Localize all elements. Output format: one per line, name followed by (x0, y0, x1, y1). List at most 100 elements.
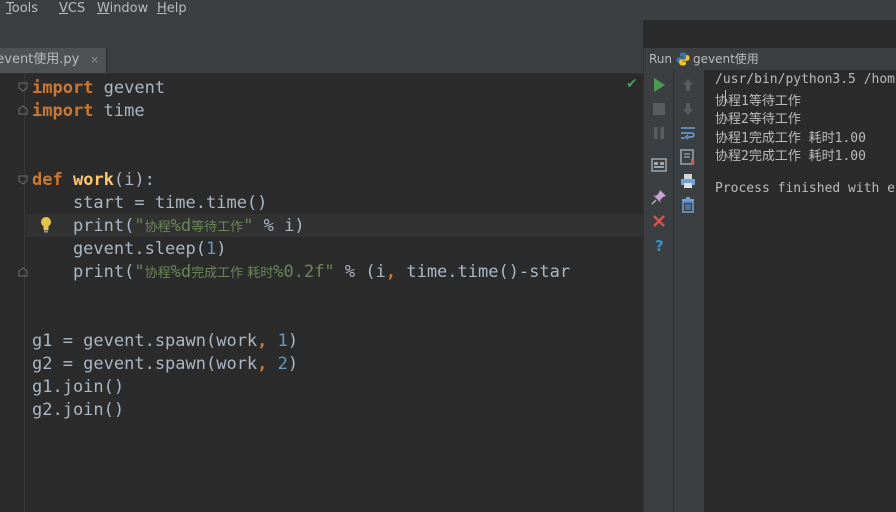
console-line: 协程2等待工作 (715, 112, 801, 128)
code-token: time.time()-star (396, 262, 571, 282)
code-token: % i) (253, 216, 305, 236)
code-line: g1.join() (32, 376, 124, 399)
console-line: 协程1等待工作 (715, 94, 801, 110)
menu-vcs-mnemonic: V (59, 1, 68, 16)
trash-icon[interactable] (679, 196, 697, 214)
editor-tab-bar: gevent使用.py × (0, 48, 643, 74)
code-line: import gevent (32, 77, 165, 100)
code-line: gevent.sleep(1) (32, 238, 227, 261)
code-token: , (385, 262, 397, 282)
arrow-up-icon[interactable] (679, 76, 697, 94)
code-token: 协程 (144, 220, 171, 235)
menu-help[interactable]: Help (157, 1, 187, 16)
python-icon (676, 52, 690, 66)
code-token: %0.2f" (273, 262, 335, 282)
fold-end-icon[interactable] (18, 267, 28, 277)
editor-tab-label: gevent使用.py (0, 52, 80, 67)
code-token: g1 = gevent.spawn(work (32, 331, 258, 351)
code-token: %d (170, 216, 192, 236)
run-toolbar-right (673, 70, 704, 512)
menu-window-mnemonic: W (97, 1, 110, 16)
code-token: ) (287, 354, 299, 374)
code-token: print( (32, 262, 135, 282)
console-line: /usr/bin/python3.5 /hom (715, 72, 896, 87)
code-token: ) (287, 331, 299, 351)
close-icon[interactable]: × (90, 48, 99, 72)
stop-icon[interactable] (650, 100, 668, 118)
pause-icon[interactable] (650, 124, 668, 142)
menu-window[interactable]: Window (97, 1, 148, 16)
menu-bar: Tools VCS Window Help (0, 0, 896, 20)
code-token: " (243, 216, 254, 236)
print-icon[interactable] (679, 172, 697, 190)
code-token: , (257, 354, 268, 374)
code-token: def (32, 170, 63, 190)
code-line: print("协程%d完成工作 耗时%0.2f" % (i, time.time… (32, 261, 570, 284)
code-token: g2 = gevent.spawn(work (32, 354, 258, 374)
menu-help-mnemonic: H (157, 1, 167, 16)
menu-tools-label: ools (11, 1, 39, 16)
code-line: g2 = gevent.spawn(work, 2) (32, 353, 298, 376)
svg-text:?: ? (655, 237, 664, 254)
code-token: " (134, 262, 145, 282)
console-line: 协程2完成工作 耗时1.00 (715, 148, 866, 164)
menu-help-label: elp (166, 1, 187, 16)
code-token: g1.join() (32, 377, 125, 397)
code-token: import (32, 78, 94, 98)
code-token: %d (170, 262, 192, 282)
code-token: 1 (277, 331, 288, 351)
code-token: gevent.sleep( (32, 239, 206, 259)
code-token: start = time.time() (32, 193, 268, 213)
code-editor[interactable]: import gevent import time def work(i): sta… (0, 74, 643, 512)
fold-start-icon[interactable] (18, 175, 28, 185)
console-line: Process finished with e (715, 181, 896, 197)
menu-vcs[interactable]: VCS (59, 1, 85, 16)
lightbulb-icon[interactable] (39, 216, 53, 234)
run-panel: Run gevent使用 ? /usr/bin/python3.5 /hom 协程… (643, 48, 896, 512)
code-line: import time (32, 100, 145, 123)
console-line: 协程1完成工作 耗时1.00 (715, 130, 866, 146)
code-token: import (32, 101, 94, 121)
code-token: work (72, 170, 114, 190)
toolbar (0, 20, 643, 49)
run-config-name: gevent使用 (693, 52, 759, 66)
scroll-to-end-icon[interactable] (679, 148, 697, 166)
fold-end-icon[interactable] (18, 105, 28, 115)
run-toolbar-left: ? (644, 70, 673, 512)
soft-wrap-icon[interactable] (679, 124, 697, 142)
gutter-divider (24, 74, 25, 512)
menu-window-label: indow (109, 1, 149, 16)
code-line: print("协程%d等待工作" % i) (32, 215, 305, 238)
code-line: g2.join() (32, 399, 124, 422)
text-caret (725, 90, 726, 104)
play-icon[interactable] (650, 76, 668, 94)
run-panel-header: Run gevent使用 (644, 48, 896, 70)
menu-tools[interactable]: Tools (6, 1, 38, 16)
code-line: def work(i): (32, 169, 155, 192)
code-line: g1 = gevent.spawn(work, 1) (32, 330, 298, 353)
code-token: ) (216, 239, 227, 259)
inspection-ok-icon[interactable]: ✔ (626, 76, 638, 92)
help-icon[interactable]: ? (650, 236, 668, 254)
code-token: " (134, 216, 145, 236)
code-token: g2.join() (32, 400, 125, 420)
close-icon[interactable] (650, 212, 668, 230)
arrow-down-icon[interactable] (679, 100, 697, 118)
code-token: 2 (277, 354, 288, 374)
code-token: (i): (113, 170, 155, 190)
code-token: 等待工作 (191, 220, 244, 235)
code-token: 协程 (144, 266, 171, 281)
code-token: time (93, 101, 145, 121)
dump-threads-icon[interactable] (650, 156, 668, 174)
menu-vcs-label: CS (67, 1, 86, 16)
run-panel-title: Run (649, 52, 673, 66)
editor-tab-gevent[interactable]: gevent使用.py × (0, 48, 107, 73)
code-token: 1 (206, 239, 217, 259)
fold-start-icon[interactable] (18, 82, 28, 92)
pin-icon[interactable] (650, 188, 668, 206)
code-token: , (257, 331, 268, 351)
code-token: gevent (93, 78, 166, 98)
